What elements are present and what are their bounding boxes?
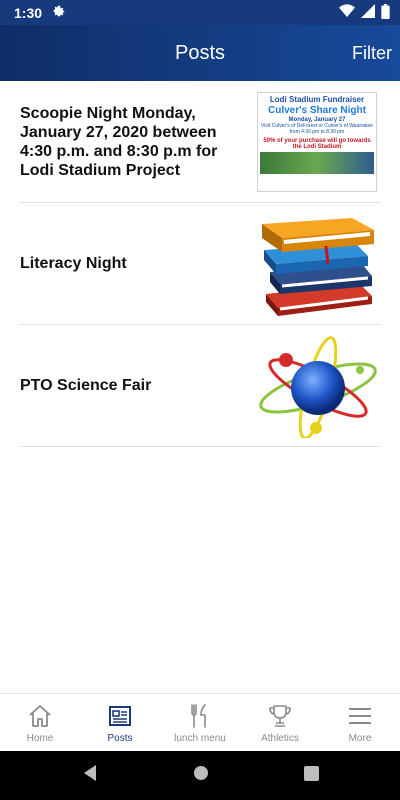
filter-button[interactable]: Filter [352, 25, 392, 81]
menu-icon [349, 707, 371, 724]
atom-icon [254, 334, 380, 438]
flyer-line: 50% of your purchase will go towards the… [263, 137, 371, 150]
post-item[interactable]: PTO Science Fair [20, 325, 380, 447]
status-bar: 1:30 [0, 0, 400, 25]
flyer-line: Lodi Stadium Fundraiser [269, 94, 365, 104]
system-nav-bar [0, 751, 400, 800]
books-icon [254, 212, 380, 316]
nav-athletics[interactable]: Athletics [240, 694, 320, 751]
nav-more[interactable]: More [320, 694, 400, 751]
post-title: Literacy Night [20, 255, 127, 272]
nav-home[interactable]: Home [0, 694, 80, 751]
post-title: PTO Science Fair [20, 377, 152, 394]
flyer-line: Culver's Share Night [268, 104, 366, 116]
post-list: Scoopie Night Monday, January 27, 2020 b… [20, 81, 380, 447]
bottom-nav: Home Posts lunch menu Athletics More [0, 693, 400, 751]
fork-knife-icon [191, 703, 206, 728]
posts-icon [109, 705, 131, 726]
nav-home-label: Home [26, 732, 54, 744]
nav-more-label: More [348, 732, 372, 744]
home-icon [29, 704, 51, 727]
recents-icon[interactable] [303, 765, 319, 786]
flyer-line: from 4:30 pm to 8:30 pm [289, 128, 345, 135]
post-item[interactable]: Literacy Night [20, 203, 380, 325]
gear-icon [52, 4, 66, 21]
wifi-icon [339, 4, 355, 21]
status-time: 1:30 [14, 4, 43, 21]
page-title: Posts [174, 41, 226, 64]
back-icon[interactable] [82, 764, 98, 787]
battery-icon [381, 3, 390, 22]
app-bar: Posts Filter [0, 25, 400, 81]
post-thumbnail: Lodi Stadium Fundraiser Culver's Share N… [254, 90, 380, 194]
post-item[interactable]: Scoopie Night Monday, January 27, 2020 b… [20, 81, 380, 203]
fundraiser-flyer-image: Lodi Stadium Fundraiser Culver's Share N… [257, 91, 377, 192]
home-circle-icon[interactable] [193, 765, 209, 786]
nav-athletics-label: Athletics [261, 732, 299, 744]
flyer-photo-strip [260, 151, 374, 174]
nav-lunch-menu-label: lunch menu [174, 732, 226, 744]
post-title: Scoopie Night Monday, January 27, 2020 b… [20, 104, 218, 179]
nav-posts[interactable]: Posts [80, 694, 160, 751]
trophy-icon [269, 704, 291, 727]
nav-lunch-menu[interactable]: lunch menu [160, 694, 240, 751]
nav-posts-label: Posts [107, 732, 133, 744]
signal-icon [361, 4, 375, 21]
